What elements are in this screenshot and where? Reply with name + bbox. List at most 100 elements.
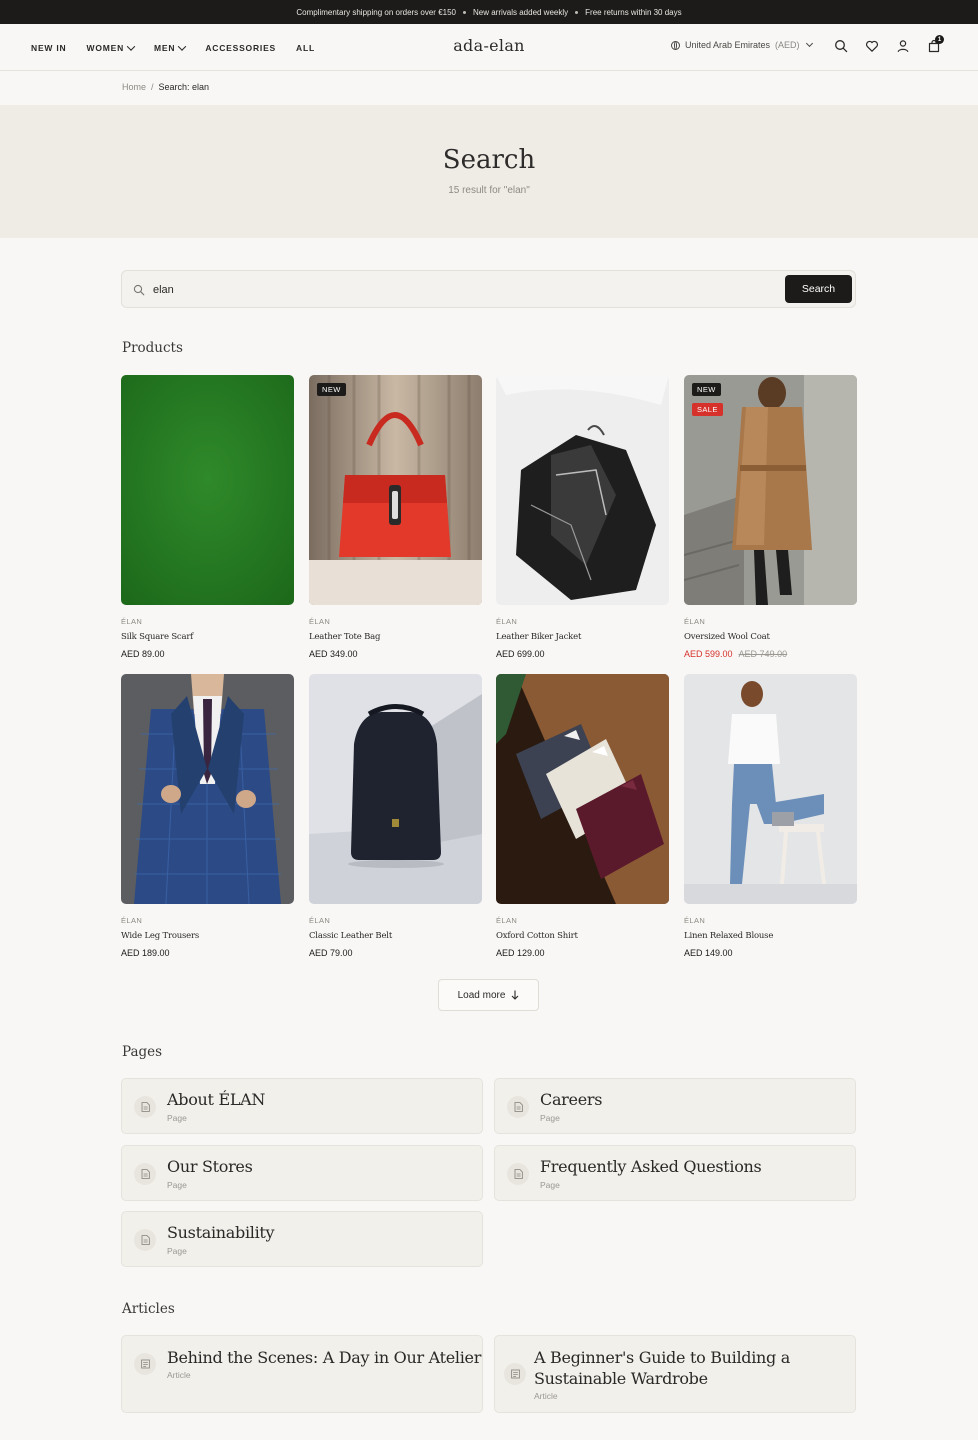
search-icon[interactable]	[834, 39, 848, 53]
article-title-text: Behind the Scenes: A Day in Our Atelier	[167, 1348, 482, 1367]
product-card-leather-tote-bag[interactable]: NEW ÉLAN Leather Tote Bag AED 349.00	[309, 375, 482, 659]
product-card-linen-relaxed-blouse[interactable]: ÉLAN Linen Relaxed Blouse AED 149.00	[684, 674, 857, 958]
user-icon[interactable]	[896, 39, 910, 53]
product-card-classic-leather-belt[interactable]: ÉLAN Classic Leather Belt AED 79.00	[309, 674, 482, 958]
nav-all[interactable]: ALL	[296, 43, 315, 53]
product-image: NEW	[309, 375, 482, 605]
product-price: AED 79.00	[309, 948, 482, 958]
product-photo-suit	[121, 674, 294, 904]
product-card-leather-biker-jacket[interactable]: ÉLAN Leather Biker Jacket AED 699.00	[496, 375, 669, 659]
newspaper-icon	[504, 1363, 526, 1385]
promo-text-shipping: Complimentary shipping on orders over €1…	[296, 7, 456, 17]
nav-women[interactable]: WOMEN	[86, 41, 136, 53]
document-icon	[134, 1163, 156, 1185]
nav-new-in[interactable]: NEW IN	[31, 43, 67, 53]
article-title-line: A Beginner's Guide to Building a	[534, 1348, 791, 1367]
nav-label: MEN	[154, 42, 176, 53]
document-icon	[134, 1096, 156, 1118]
product-brand: ÉLAN	[309, 916, 331, 925]
breadcrumb-current: Search: elan	[158, 82, 210, 92]
product-photo-scarf	[121, 375, 294, 605]
product-card-oxford-cotton-shirt[interactable]: ÉLAN Oxford Cotton Shirt AED 129.00	[496, 674, 669, 958]
product-price: AED 89.00	[121, 649, 294, 659]
load-more-label: Load more	[457, 989, 506, 1001]
page-result-about[interactable]: About ÉLAN Page	[121, 1078, 483, 1134]
product-name: Leather Tote Bag	[309, 632, 381, 642]
pages-heading: Pages	[122, 1044, 163, 1060]
locale-selector[interactable]: United Arab Emirates (AED)	[671, 39, 813, 50]
article-result-wardrobe[interactable]: A Beginner's Guide to Building a Sustain…	[494, 1335, 856, 1413]
cart-count-badge: 1	[935, 35, 944, 44]
product-brand: ÉLAN	[496, 617, 518, 626]
search-button[interactable]: Search	[785, 275, 852, 303]
page-title-text: Careers	[540, 1090, 603, 1109]
page-title-text: About ÉLAN	[167, 1090, 266, 1109]
product-image	[309, 674, 482, 904]
products-heading: Products	[122, 340, 183, 356]
product-brand: ÉLAN	[121, 916, 143, 925]
article-type: Article	[167, 1370, 191, 1380]
product-price: AED 149.00	[684, 948, 857, 958]
product-image	[684, 674, 857, 904]
badge-new: NEW	[692, 383, 721, 396]
articles-heading: Articles	[122, 1301, 175, 1317]
locale-currency: (AED)	[775, 40, 800, 50]
price-original: AED 749.00	[738, 649, 788, 659]
site-header: NEW IN WOMEN MEN ACCESSORIES ALL ada-ela…	[0, 24, 978, 71]
page-result-sustainability[interactable]: Sustainability Page	[121, 1211, 483, 1267]
bag-icon[interactable]: 1	[927, 35, 944, 53]
promo-bar: Complimentary shipping on orders over €1…	[0, 0, 978, 24]
result-count: 15 result for "elan"	[448, 185, 530, 196]
product-price: AED 129.00	[496, 948, 669, 958]
product-name: Oxford Cotton Shirt	[496, 931, 578, 941]
product-photo-shirts	[496, 674, 669, 904]
article-result-atelier[interactable]: Behind the Scenes: A Day in Our Atelier …	[121, 1335, 483, 1413]
product-photo-blouse	[684, 674, 857, 904]
product-name: Classic Leather Belt	[309, 931, 393, 941]
product-price: AED 189.00	[121, 948, 294, 958]
badge-sale: SALE	[692, 403, 723, 416]
locale-country: United Arab Emirates	[685, 40, 771, 50]
load-more-button[interactable]: Load more	[438, 979, 539, 1011]
breadcrumb-home[interactable]: Home	[122, 82, 146, 92]
product-price: AED 699.00	[496, 649, 669, 659]
site-logo[interactable]: ada-elan	[453, 36, 525, 55]
promo-text-returns: Free returns within 30 days	[585, 7, 682, 17]
nav-men[interactable]: MEN	[154, 41, 187, 53]
page-type: Page	[167, 1246, 187, 1256]
price-current: AED 349.00	[309, 649, 358, 659]
page-type: Page	[540, 1180, 560, 1190]
article-type: Article	[534, 1391, 558, 1401]
product-image	[496, 674, 669, 904]
product-card-silk-square-scarf[interactable]: ÉLAN Silk Square Scarf AED 89.00	[121, 375, 294, 659]
heart-icon[interactable]	[865, 39, 879, 53]
search-icon	[133, 283, 145, 296]
product-photo-backpack	[309, 674, 482, 904]
page-type: Page	[167, 1180, 187, 1190]
product-name: Wide Leg Trousers	[121, 931, 200, 941]
page-result-our-stores[interactable]: Our Stores Page	[121, 1145, 483, 1201]
product-brand: ÉLAN	[496, 916, 518, 925]
nav-label: WOMEN	[86, 42, 125, 53]
nav-accessories[interactable]: ACCESSORIES	[205, 43, 276, 53]
main-nav: NEW IN WOMEN MEN ACCESSORIES ALL	[31, 24, 315, 71]
breadcrumb: Home / Search: elan	[122, 82, 209, 92]
product-card-wide-leg-trousers[interactable]: ÉLAN Wide Leg Trousers AED 189.00	[121, 674, 294, 958]
page-type: Page	[540, 1113, 560, 1123]
page-result-careers[interactable]: Careers Page	[494, 1078, 856, 1134]
search-input[interactable]	[153, 280, 773, 300]
article-title-line: Sustainable Wardrobe	[534, 1369, 708, 1388]
page-result-faq[interactable]: Frequently Asked Questions Page	[494, 1145, 856, 1201]
document-icon	[507, 1096, 529, 1118]
product-card-oversized-wool-coat[interactable]: NEW SALE ÉLAN Oversized Wool Coat AED 59…	[684, 375, 857, 659]
page-title-text: Sustainability	[167, 1223, 275, 1242]
product-brand: ÉLAN	[684, 617, 706, 626]
breadcrumb-separator: /	[151, 82, 154, 92]
product-photo-bag	[309, 375, 482, 605]
promo-separator	[575, 10, 579, 14]
product-name: Silk Square Scarf	[121, 632, 194, 642]
product-image: NEW SALE	[684, 375, 857, 605]
nav-label: ALL	[296, 42, 315, 53]
price-current: AED 599.00	[684, 649, 733, 659]
page-title-text: Our Stores	[167, 1157, 253, 1176]
